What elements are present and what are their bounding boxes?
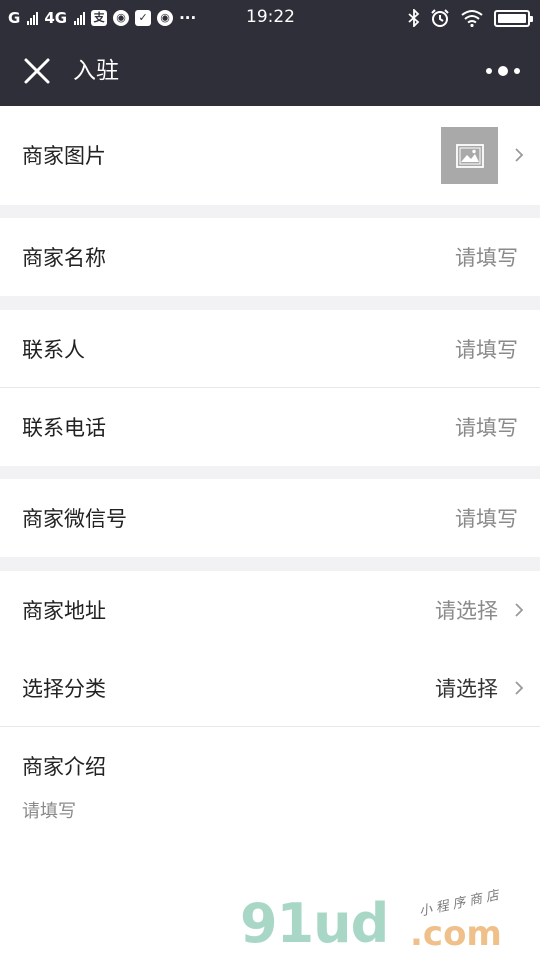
category-select[interactable]: 请选择 (435, 673, 498, 703)
address-label: 商家地址 (22, 599, 106, 623)
navigation-bar: 入驻 (0, 36, 540, 106)
chat-notification-icon: ◉ (113, 10, 130, 26)
section-name: 商家名称 请填写 (0, 218, 540, 296)
signal-icon-2 (74, 11, 86, 25)
status-time: 19:22 (246, 7, 295, 27)
chevron-right-icon (515, 603, 524, 617)
merchant-name-input[interactable]: 请填写 (455, 242, 518, 272)
wechat-label: 商家微信号 (22, 507, 127, 531)
watermark: 91ud .com 小程序商店 (240, 887, 540, 960)
category-label: 选择分类 (22, 677, 106, 701)
status-bar: G 4G 支 ◉ ✓ ◉ ··· 19:22 (0, 0, 540, 36)
image-placeholder-icon (455, 143, 484, 168)
watermark-logo: 91ud (240, 892, 389, 955)
contact-row[interactable]: 联系人 请填写 (0, 310, 540, 388)
merchant-name-row[interactable]: 商家名称 请填写 (0, 218, 540, 296)
merchant-image-thumbnail[interactable] (441, 127, 498, 184)
more-notifications: ··· (179, 9, 197, 27)
phone-label: 联系电话 (22, 416, 106, 440)
message-notification-icon: ◉ (157, 10, 174, 26)
close-icon[interactable] (22, 56, 52, 86)
address-select[interactable]: 请选择 (435, 595, 498, 625)
chevron-right-icon (515, 148, 524, 162)
status-right (408, 8, 533, 28)
wechat-input[interactable]: 请填写 (455, 503, 518, 533)
app-notification-icon: 支 (91, 10, 108, 26)
category-row[interactable]: 选择分类 请选择 (0, 649, 540, 727)
alarm-icon (431, 9, 449, 27)
status-left: G 4G 支 ◉ ✓ ◉ ··· (8, 7, 196, 29)
intro-textarea[interactable]: 请填写 (22, 797, 76, 823)
merchant-name-label: 商家名称 (22, 246, 106, 270)
more-options-button[interactable] (486, 58, 520, 84)
carrier-label-1: G (8, 9, 21, 27)
task-notification-icon: ✓ (135, 10, 152, 26)
section-image: 商家图片 (0, 106, 540, 205)
contact-label: 联系人 (22, 338, 85, 362)
address-row[interactable]: 商家地址 请选择 (0, 571, 540, 649)
signal-icon (27, 11, 39, 25)
chevron-right-icon (515, 681, 524, 695)
phone-row[interactable]: 联系电话 请填写 (0, 388, 540, 466)
carrier-label-2: 4G (44, 9, 68, 27)
intro-label: 商家介绍 (22, 755, 106, 779)
section-contact: 联系人 请填写 联系电话 请填写 (0, 310, 540, 466)
bluetooth-icon (408, 9, 420, 27)
wifi-icon (461, 10, 483, 27)
merchant-image-label: 商家图片 (22, 144, 106, 168)
watermark-domain: .com (410, 914, 502, 954)
section-wechat: 商家微信号 请填写 (0, 479, 540, 557)
page-title: 入驻 (73, 58, 119, 84)
contact-input[interactable]: 请填写 (455, 334, 518, 364)
battery-icon (494, 9, 533, 27)
wechat-row[interactable]: 商家微信号 请填写 (0, 479, 540, 557)
phone-input[interactable]: 请填写 (455, 412, 518, 442)
merchant-image-row[interactable]: 商家图片 (0, 106, 540, 205)
